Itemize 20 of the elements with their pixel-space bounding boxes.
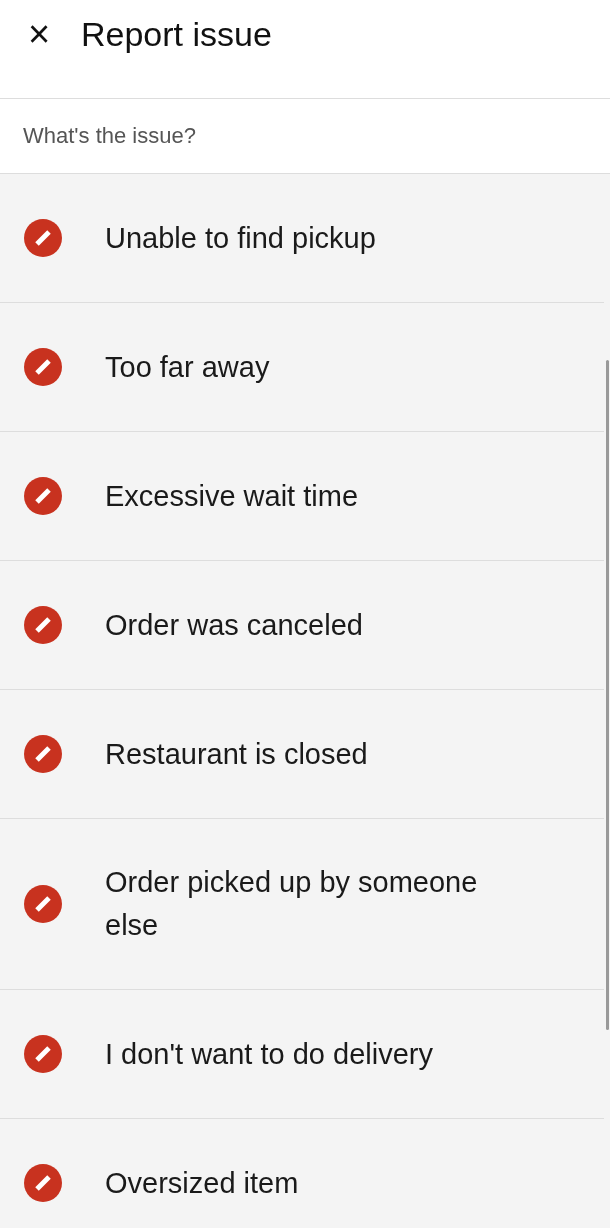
issue-option[interactable]: Order picked up by someone else	[0, 819, 604, 989]
prohibited-icon	[24, 477, 62, 515]
prohibited-icon	[24, 735, 62, 773]
issue-option[interactable]: Oversized item	[0, 1119, 604, 1228]
close-button[interactable]: ×	[22, 15, 56, 53]
issue-option[interactable]: Excessive wait time	[0, 432, 604, 560]
section-prompt: What's the issue?	[0, 99, 610, 174]
prohibited-icon	[24, 1035, 62, 1073]
prohibited-icon	[24, 885, 62, 923]
prohibited-icon	[24, 348, 62, 386]
issue-option[interactable]: Unable to find pickup	[0, 174, 604, 302]
issue-option[interactable]: Too far away	[0, 303, 604, 431]
issue-option[interactable]: Restaurant is closed	[0, 690, 604, 818]
prohibited-icon	[24, 1164, 62, 1202]
scrollbar[interactable]	[606, 360, 609, 1030]
issue-option[interactable]: Order was canceled	[0, 561, 604, 689]
prohibited-icon	[24, 219, 62, 257]
screen-title: Report issue	[81, 14, 272, 54]
prohibited-icon	[24, 606, 62, 644]
issue-option[interactable]: I don't want to do delivery	[0, 990, 604, 1118]
